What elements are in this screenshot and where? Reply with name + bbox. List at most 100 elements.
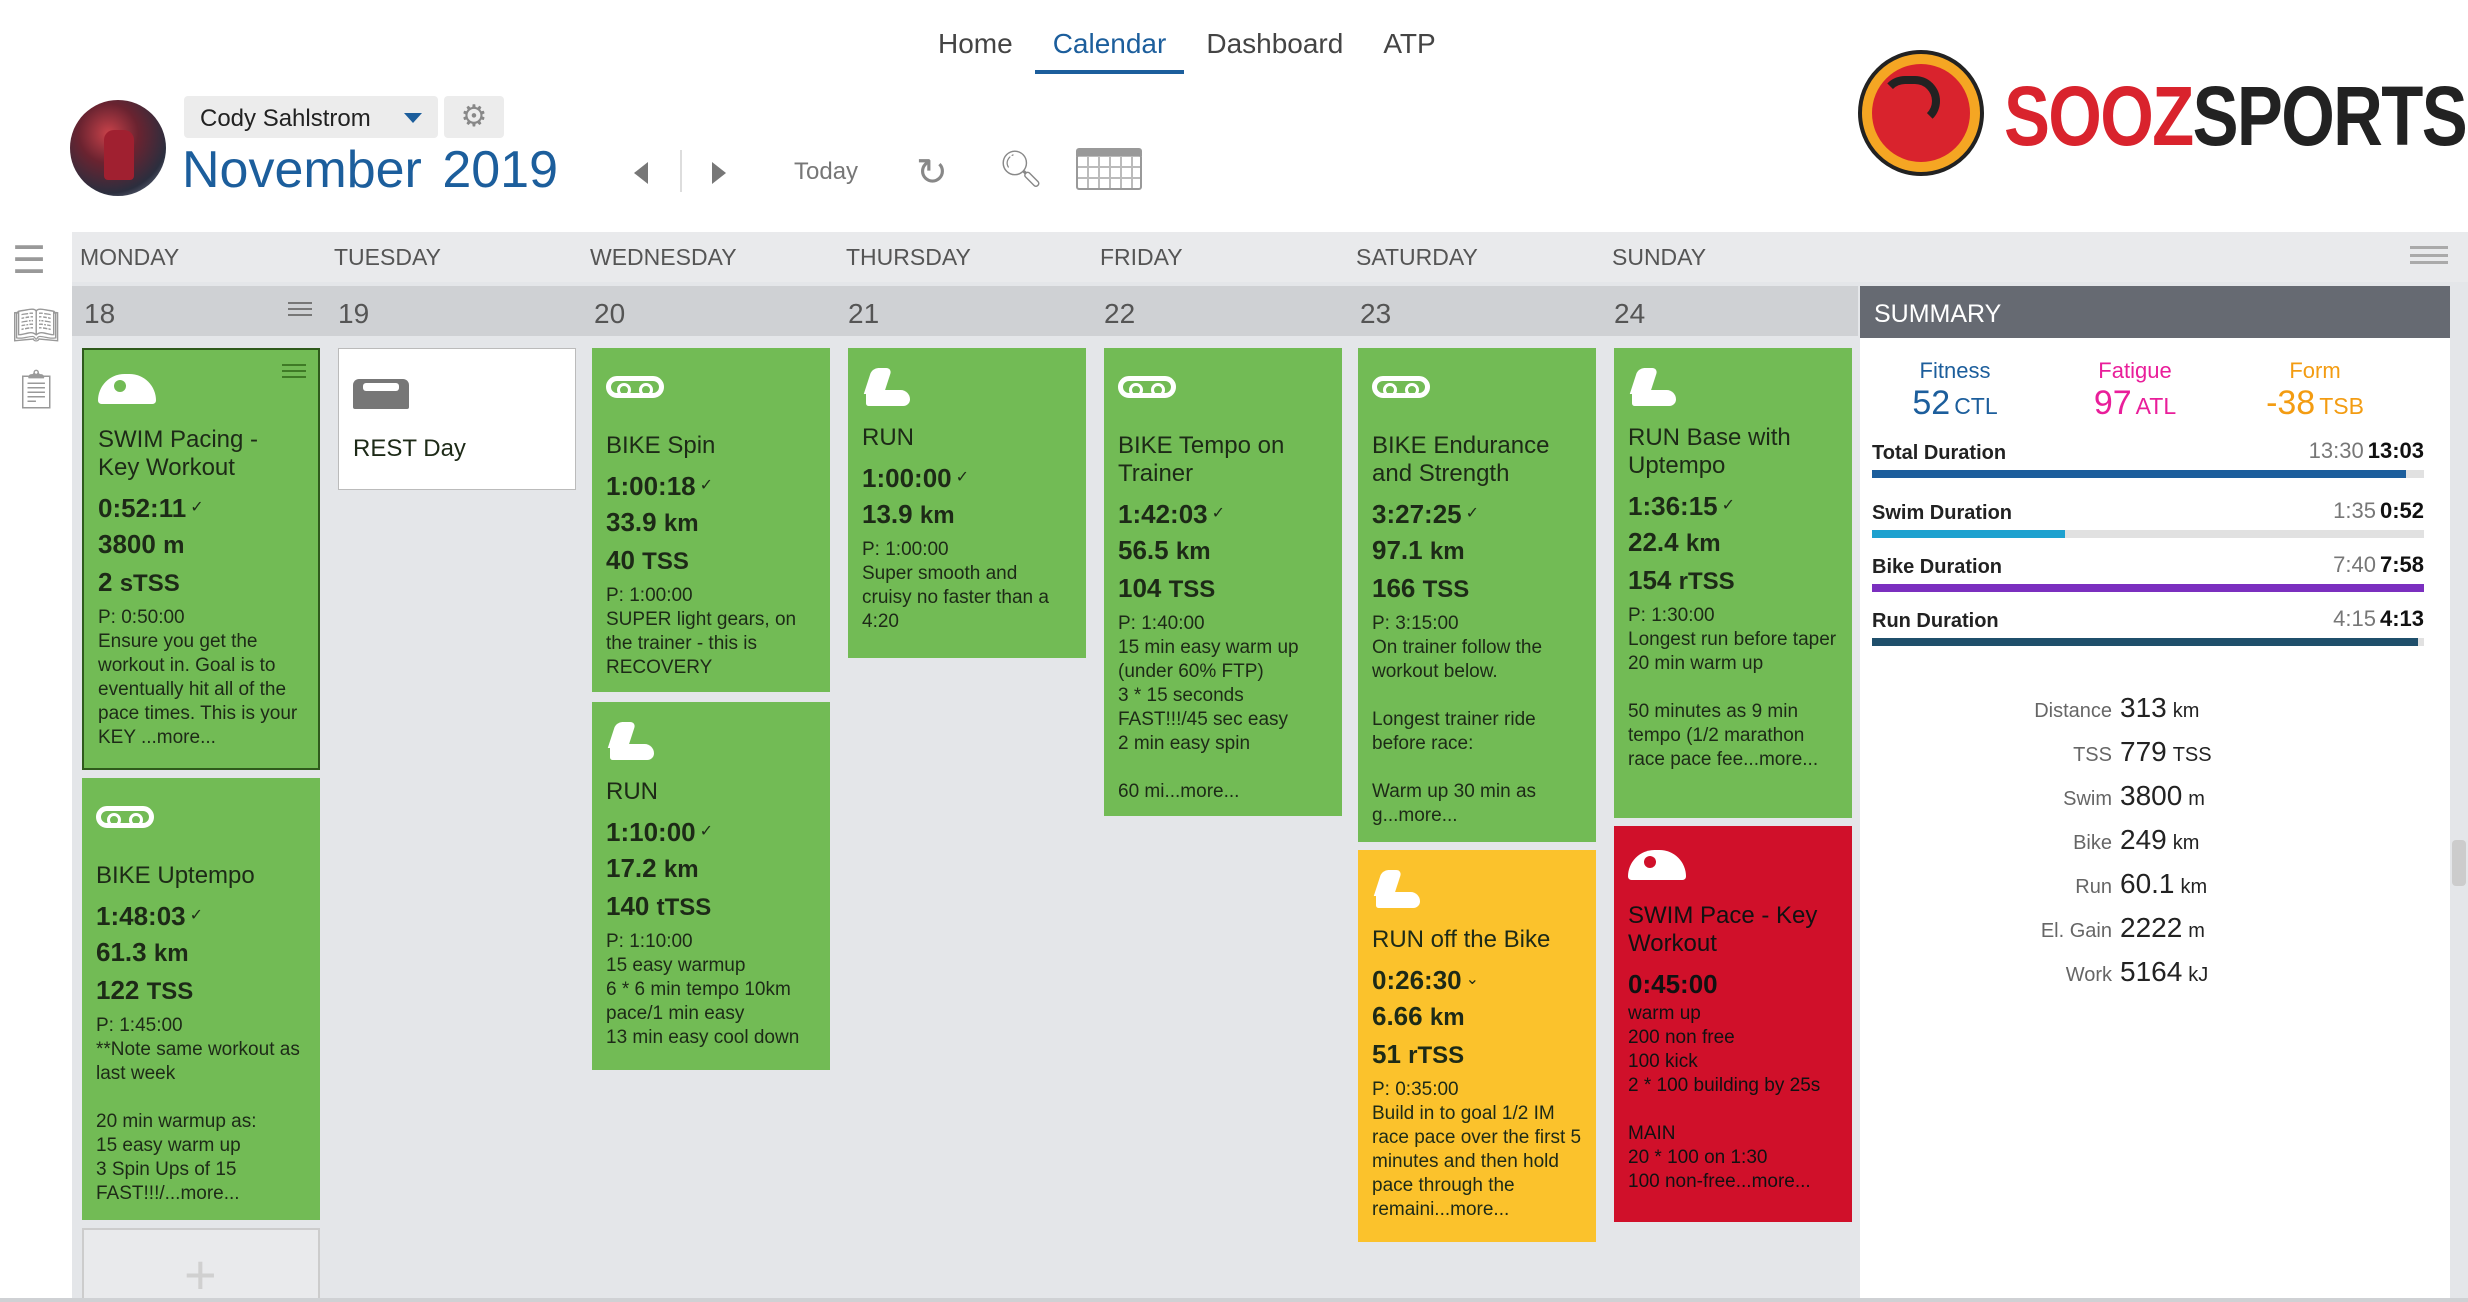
left-rail: ☰ 📖︎ 📋︎ [0,232,70,1302]
planned-value: 1:35 [2333,498,2376,523]
workout-card-rest-day[interactable]: REST Day [338,348,576,490]
soozsports-logo-text: SOOZSPORTS [2004,69,2468,163]
workout-distance: 61.3 km [96,937,189,967]
fitness-metric: Fitness 52 CTL [1912,358,1998,422]
settings-button[interactable]: ⚙ [444,96,504,138]
workout-card-bike-endurance[interactable]: BIKE Endurance and Strength 3:27:25 ✓ 97.… [1358,348,1596,842]
workout-description: Longest run before taper 20 min warm up … [1628,629,1837,770]
workout-distance: 6.66 km [1372,1001,1465,1031]
scrollbar-thumb[interactable] [2452,840,2466,886]
day-friday: FRIDAY [1100,244,1183,270]
duration-bar [1872,470,2424,478]
nav-home[interactable]: Home [920,28,1031,74]
workout-duration: 1:00:18 ✓ [606,471,714,501]
bike-icon [1372,376,1430,398]
workout-description: 15 easy warmup 6 * 6 min tempo 10km pace… [606,955,800,1048]
completed-check-icon: ✓ [699,477,714,494]
workout-duration: 1:00:00 ✓ [862,463,970,493]
day-tuesday: TUESDAY [334,244,441,270]
add-workout-button[interactable]: + [82,1228,320,1302]
workout-tss: 104 TSS [1118,573,1216,603]
date-20: 20 [594,298,626,329]
workout-card-bike-tempo[interactable]: BIKE Tempo on Trainer 1:42:03 ✓ 56.5 km 1… [1104,348,1342,816]
date-19: 19 [338,298,370,329]
actual-value: 13:03 [2367,438,2424,463]
planned-duration: P: 1:00:00 [606,585,693,606]
nav-separator [680,150,682,192]
summary-header: SUMMARY [1860,286,2450,338]
workout-card-bike-uptempo[interactable]: BIKE Uptempo 1:48:03 ✓ 61.3 km 122 TSS P:… [82,778,320,1220]
completed-check-icon: ✓ [955,469,970,486]
workout-distance: 33.9 km [606,507,699,537]
workout-tss: 140 tTSS [606,891,712,921]
year-label: 2019 [442,141,559,199]
nav-atp[interactable]: ATP [1365,28,1453,74]
planned-duration: P: 0:50:00 [98,607,185,628]
workout-card-swim-pace[interactable]: SWIM Pace - Key Workout 0:45:00 warm up … [1614,826,1852,1222]
athlete-name: Cody Sahlstrom [200,105,371,132]
bike-icon [96,806,154,828]
workout-description: On trainer follow the workout below. Lon… [1372,637,1543,826]
total-value: 60.1 km [2120,868,2208,899]
day-wednesday: WEDNESDAY [590,244,737,270]
duration-row: Bike Duration 7:40 7:58 [1872,552,2424,592]
workout-duration: 3:27:25 ✓ [1372,499,1480,529]
completed-check-icon: ✓ [190,499,204,516]
rest-bed-icon [353,379,409,409]
total-value: 313 km [2120,692,2200,723]
duration-bar [1872,530,2424,538]
nav-calendar[interactable]: Calendar [1034,28,1185,74]
workout-title: RUN off the Bike [1372,926,1551,953]
workout-card-run-off-bike[interactable]: RUN off the Bike 0:26:30 ⌄ 6.66 km 51 rTS… [1358,850,1596,1242]
search-icon[interactable]: 🔍︎ [998,148,1044,190]
workout-card-bike-spin[interactable]: BIKE Spin 1:00:18 ✓ 33.9 km 40 TSS P: 1:0… [592,348,830,692]
workout-card-run-base-uptempo[interactable]: RUN Base with Uptempo 1:36:15 ✓ 22.4 km 1… [1614,348,1852,818]
refresh-icon[interactable]: ↻ [916,150,948,195]
duration-bar-fill [1872,638,2419,646]
card-menu-icon[interactable] [282,364,306,378]
day-saturday: SATURDAY [1356,244,1478,270]
workout-card-run[interactable]: RUN 1:10:00 ✓ 17.2 km 140 tTSS P: 1:10:00… [592,702,830,1070]
workout-distance: 22.4 km [1628,527,1721,557]
workout-duration: 1:10:00 ✓ [606,817,714,847]
planned-duration: P: 3:15:00 [1372,613,1459,634]
planned-duration: P: 1:40:00 [1118,613,1205,634]
date-18: 18 [84,298,116,329]
total-value: 5164 kJ [2120,956,2209,987]
workout-tss: 40 TSS [606,545,689,575]
workout-tss: 2 sTSS [98,567,180,597]
month-name: November [182,141,422,199]
planned-duration: P: 1:10:00 [606,931,693,952]
total-label: TSS [2073,744,2112,766]
total-label: Work [2065,964,2112,986]
actual-value: 4:13 [2379,606,2424,631]
athlete-list-icon[interactable]: ☰ [12,238,46,283]
workout-duration: 0:45:00 [1628,969,1718,999]
workout-description: Build in to goal 1/2 IM race pace over t… [1372,1103,1582,1220]
total-label: Swim [2063,788,2112,810]
planned-value: 13:30 [2308,438,2364,463]
next-week-icon[interactable] [712,162,726,184]
workout-description: warm up 200 non free 100 kick 2 * 100 bu… [1628,1003,1821,1192]
duration-bar [1872,584,2424,592]
total-label: Run [2075,876,2112,898]
workout-title: RUN Base with Uptempo [1628,424,1791,479]
duration-values: 1:35 0:52 [2333,498,2424,524]
athlete-select[interactable]: Cody Sahlstrom [184,96,438,138]
completed-check-icon: ✓ [189,907,204,924]
calendar-picker-icon[interactable] [1076,148,1142,190]
total-value: 3800 m [2120,780,2205,811]
user-avatar[interactable] [70,100,166,196]
today-button[interactable]: Today [794,158,858,186]
calendar-menu-icon[interactable] [2410,246,2448,264]
workout-card-run-thursday[interactable]: RUN 1:00:00 ✓ 13.9 km P: 1:00:00 Super sm… [848,348,1086,658]
notes-icon[interactable]: 📋︎ [12,368,60,412]
day-menu-icon[interactable] [288,302,312,316]
soozsports-logo-mark [1858,50,1984,176]
workout-tss: 51 rTSS [1372,1039,1465,1069]
library-book-icon[interactable]: 📖︎ [12,304,60,348]
previous-week-icon[interactable] [634,162,648,184]
workout-card-swim-pacing[interactable]: SWIM Pacing - Key Workout 0:52:11 ✓ 3800 … [82,348,320,770]
nav-dashboard[interactable]: Dashboard [1188,28,1361,74]
duration-row: Swim Duration 1:35 0:52 [1872,498,2424,538]
